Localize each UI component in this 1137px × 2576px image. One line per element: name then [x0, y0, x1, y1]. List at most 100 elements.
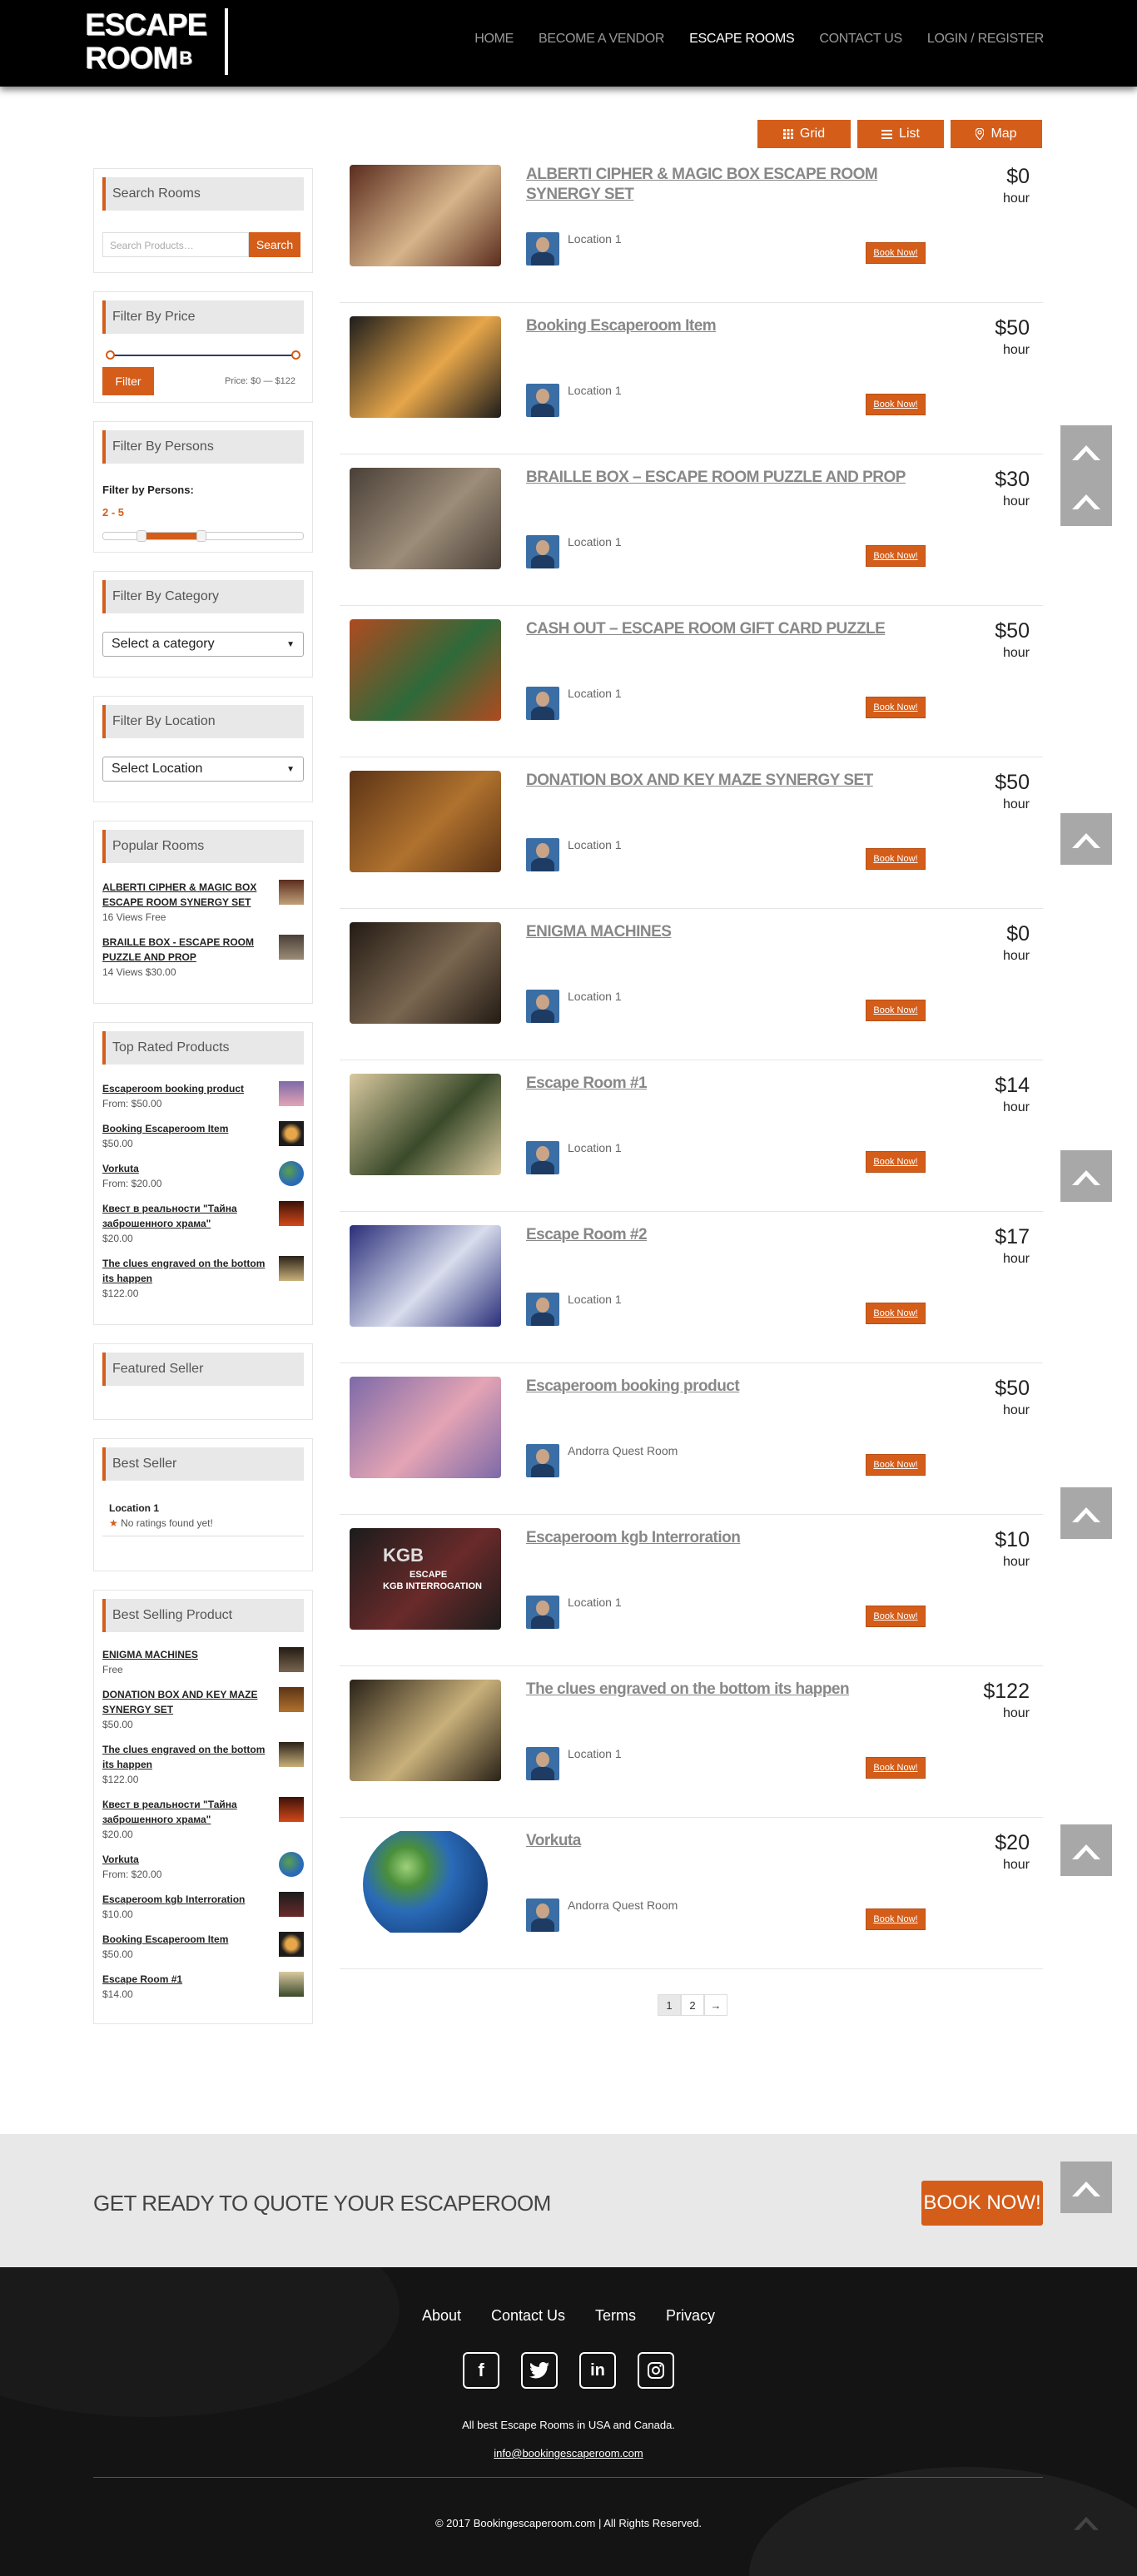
product-link[interactable]: Квест в реальности "Тайна заброшенного х… — [102, 1797, 266, 1827]
product-link[interactable]: Vorkuta — [102, 1161, 266, 1176]
product-image[interactable] — [350, 165, 501, 266]
product-thumbnail[interactable] — [279, 1932, 304, 1957]
book-now-button[interactable]: Book Now! — [866, 697, 926, 718]
product-image[interactable] — [350, 619, 501, 721]
book-now-button[interactable]: Book Now! — [866, 1606, 926, 1627]
product-title-link[interactable]: CASH OUT – ESCAPE ROOM GIFT CARD PUZZLE — [526, 619, 917, 639]
product-title-link[interactable]: ALBERTI CIPHER & MAGIC BOX ESCAPE ROOM S… — [526, 165, 917, 205]
product-thumbnail[interactable] — [279, 1687, 304, 1712]
product-title-link[interactable]: Vorkuta — [526, 1831, 917, 1851]
product-link[interactable]: ENIGMA MACHINES — [102, 1647, 266, 1662]
vendor-avatar[interactable] — [526, 1141, 559, 1174]
search-button[interactable]: Search — [249, 232, 300, 257]
nav-become-vendor[interactable]: BECOME A VENDOR — [539, 32, 664, 47]
vendor-avatar[interactable] — [526, 384, 559, 417]
product-image[interactable] — [350, 1377, 501, 1478]
product-title-link[interactable]: The clues engraved on the bottom its hap… — [526, 1680, 917, 1700]
book-now-button[interactable]: Book Now! — [866, 394, 926, 415]
product-image[interactable] — [350, 1680, 501, 1781]
product-title-link[interactable]: Escaperoom booking product — [526, 1377, 917, 1397]
book-now-banner-button[interactable]: BOOK NOW! — [921, 2181, 1043, 2226]
globe-thumbnail[interactable] — [279, 1161, 304, 1186]
twitter-icon[interactable] — [521, 2352, 558, 2389]
product-image[interactable] — [350, 1074, 501, 1175]
product-thumbnail[interactable] — [279, 1256, 304, 1281]
product-thumbnail[interactable] — [279, 1972, 304, 1997]
nav-login-register[interactable]: LOGIN / REGISTER — [927, 32, 1044, 47]
persons-slider[interactable] — [102, 530, 304, 542]
product-thumbnail[interactable] — [279, 1892, 304, 1917]
vendor-avatar[interactable] — [526, 1293, 559, 1326]
product-title-link[interactable]: Escape Room #1 — [526, 1074, 917, 1094]
product-image[interactable] — [350, 922, 501, 1024]
filter-button[interactable]: Filter — [102, 367, 154, 395]
book-now-button[interactable]: Book Now! — [866, 1000, 926, 1021]
book-now-button[interactable]: Book Now! — [866, 1151, 926, 1173]
vendor-avatar[interactable] — [526, 687, 559, 720]
product-title-link[interactable]: Escape Room #2 — [526, 1225, 917, 1245]
book-now-button[interactable]: Book Now! — [866, 545, 926, 567]
back-to-top-button[interactable] — [1060, 425, 1112, 477]
product-image[interactable] — [350, 1831, 501, 1933]
vendor-avatar[interactable] — [526, 838, 559, 871]
product-thumbnail[interactable] — [279, 935, 304, 960]
product-title-link[interactable]: ENIGMA MACHINES — [526, 922, 917, 942]
book-now-button[interactable]: Book Now! — [866, 848, 926, 870]
product-image[interactable] — [350, 468, 501, 569]
vendor-avatar[interactable] — [526, 1898, 559, 1932]
nav-home[interactable]: HOME — [474, 32, 514, 47]
product-link[interactable]: Vorkuta — [102, 1852, 266, 1867]
vendor-avatar[interactable] — [526, 990, 559, 1023]
popular-room-link[interactable]: BRAILLE BOX - ESCAPE ROOM PUZZLE AND PRO… — [102, 935, 266, 965]
product-thumbnail[interactable] — [279, 1201, 304, 1226]
location-select[interactable]: Select Location ▼ — [102, 757, 304, 782]
product-link[interactable]: Booking Escaperoom Item — [102, 1932, 266, 1947]
footer-link-about[interactable]: About — [422, 2307, 461, 2325]
vendor-avatar[interactable] — [526, 232, 559, 266]
product-link[interactable]: Квест в реальности "Тайна заброшенного х… — [102, 1201, 266, 1231]
persons-max-handle[interactable] — [196, 530, 206, 542]
vendor-avatar[interactable] — [526, 535, 559, 568]
grid-view-button[interactable]: Grid — [757, 120, 851, 148]
product-title-link[interactable]: Booking Escaperoom Item — [526, 316, 917, 336]
product-image[interactable]: KGB ESCAPE KGB INTERROGATION — [350, 1528, 501, 1630]
facebook-icon[interactable]: f — [463, 2352, 499, 2389]
product-title-link[interactable]: Escaperoom kgb Interroration — [526, 1528, 917, 1548]
instagram-icon[interactable] — [638, 2352, 674, 2389]
product-image[interactable] — [350, 316, 501, 418]
book-now-button[interactable]: Book Now! — [866, 1454, 926, 1476]
book-now-button[interactable]: Book Now! — [866, 1757, 926, 1779]
footer-link-privacy[interactable]: Privacy — [666, 2307, 715, 2325]
back-to-top-button[interactable] — [1074, 2514, 1099, 2539]
price-slider[interactable] — [106, 347, 300, 364]
product-link[interactable]: Booking Escaperoom Item — [102, 1121, 266, 1136]
popular-room-link[interactable]: ALBERTI CIPHER & MAGIC BOX ESCAPE ROOM S… — [102, 880, 266, 910]
vendor-avatar[interactable] — [526, 1747, 559, 1780]
seller-name[interactable]: Location 1 — [102, 1502, 304, 1514]
book-now-button[interactable]: Book Now! — [866, 242, 926, 264]
product-link[interactable]: Escape Room #1 — [102, 1972, 266, 1987]
product-link[interactable]: The clues engraved on the bottom its hap… — [102, 1256, 266, 1286]
back-to-top-button[interactable] — [1060, 474, 1112, 526]
product-thumbnail[interactable] — [279, 1121, 304, 1146]
footer-link-terms[interactable]: Terms — [595, 2307, 636, 2325]
product-link[interactable]: The clues engraved on the bottom its hap… — [102, 1742, 266, 1772]
book-now-button[interactable]: Book Now! — [866, 1908, 926, 1930]
footer-email-link[interactable]: info@bookingescaperoom.com — [0, 2447, 1137, 2459]
page-2[interactable]: 2 — [681, 1994, 704, 2016]
price-min-handle[interactable] — [106, 350, 115, 360]
page-1[interactable]: 1 — [658, 1994, 681, 2016]
globe-thumbnail[interactable] — [279, 1852, 304, 1877]
back-to-top-button[interactable] — [1060, 1150, 1112, 1202]
nav-escape-rooms[interactable]: ESCAPE ROOMS — [689, 32, 795, 47]
list-view-button[interactable]: List — [857, 120, 944, 148]
product-title-link[interactable]: DONATION BOX AND KEY MAZE SYNERGY SET — [526, 771, 917, 791]
back-to-top-button[interactable] — [1060, 813, 1112, 865]
vendor-avatar[interactable] — [526, 1444, 559, 1477]
map-view-button[interactable]: Map — [951, 120, 1042, 148]
product-image[interactable] — [350, 1225, 501, 1327]
product-thumbnail[interactable] — [279, 1742, 304, 1767]
product-image[interactable] — [350, 771, 501, 872]
product-link[interactable]: Escaperoom booking product — [102, 1081, 266, 1096]
site-logo[interactable]: ESCAPE ROOMB — [85, 8, 228, 78]
